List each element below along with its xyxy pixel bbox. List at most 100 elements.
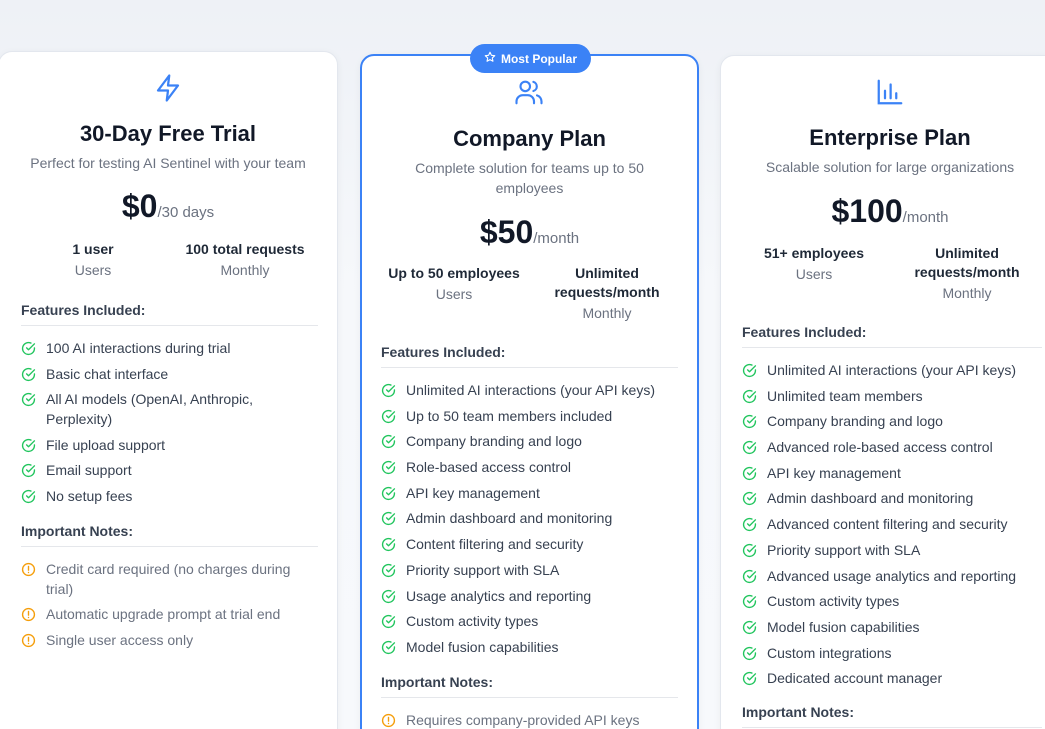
feature-item: All AI models (OpenAI, Anthropic, Perple…	[21, 390, 311, 429]
feature-item: Basic chat interface	[21, 365, 311, 385]
check-circle-icon	[742, 543, 757, 558]
feature-text: All AI models (OpenAI, Anthropic, Perple…	[46, 391, 253, 427]
feature-text: Email support	[46, 462, 132, 479]
check-circle-icon	[381, 486, 396, 501]
badge-label: Most Popular	[500, 51, 577, 66]
feature-text: Content filtering and security	[406, 536, 584, 553]
check-circle-icon	[381, 511, 396, 526]
notes-heading: Important Notes:	[21, 523, 133, 539]
plan-subtitle: Perfect for testing AI Sentinel with you…	[30, 155, 306, 171]
feature-text: API key management	[406, 484, 540, 501]
check-circle-icon	[742, 594, 757, 609]
feature-item: Advanced role-based access control	[742, 438, 1042, 458]
check-circle-icon	[742, 517, 757, 532]
check-circle-icon	[21, 489, 36, 504]
divider	[21, 546, 318, 547]
feature-item: Model fusion capabilities	[742, 618, 1042, 638]
stat-value: 100 total requests	[185, 241, 305, 257]
feature-item: Custom activity types	[742, 592, 1042, 612]
divider	[381, 697, 678, 698]
stat-value: Unlimited requests/month	[914, 245, 1020, 280]
feature-text: Usage analytics and reporting	[406, 587, 592, 604]
feature-text: Model fusion capabilities	[406, 638, 559, 655]
plan-price: $50/month	[362, 214, 697, 251]
star-icon	[484, 51, 496, 66]
check-circle-icon	[21, 392, 36, 407]
feature-item: Company branding and logo	[381, 432, 681, 452]
plan-card-free-trial: 30-Day Free Trial Perfect for testing AI…	[0, 51, 338, 729]
feature-item: Priority support with SLA	[742, 541, 1042, 561]
price-amount: $50	[479, 214, 534, 250]
price-period: /month	[533, 230, 580, 247]
check-circle-icon	[742, 569, 757, 584]
feature-item: Up to 50 team members included	[381, 407, 681, 427]
plan-card-company: Most Popular Company Plan Complete solut…	[360, 44, 699, 729]
check-circle-icon	[742, 646, 757, 661]
check-circle-icon	[742, 363, 757, 378]
feature-item: Unlimited team members	[742, 387, 1042, 407]
features-list: Unlimited AI interactions (your API keys…	[742, 361, 1042, 695]
note-text: Credit card required (no charges during …	[46, 561, 291, 597]
notes-heading: Important Notes:	[381, 674, 493, 690]
check-circle-icon	[381, 589, 396, 604]
notes-list: Credit card required (no charges during …	[21, 560, 311, 656]
features-heading: Features Included:	[381, 344, 506, 360]
feature-text: Unlimited AI interactions (your API keys…	[406, 382, 655, 398]
check-circle-icon	[742, 620, 757, 635]
alert-circle-icon	[21, 633, 36, 648]
stat-value: 51+ employees	[763, 245, 864, 261]
feature-item: 100 AI interactions during trial	[21, 339, 311, 359]
alert-circle-icon	[21, 607, 36, 622]
plan-title: Enterprise Plan	[809, 125, 971, 150]
feature-text: Advanced content filtering and security	[767, 516, 1008, 533]
feature-text: Up to 50 team members included	[406, 407, 613, 424]
features-list: Unlimited AI interactions (your API keys…	[381, 381, 681, 664]
feature-item: Role-based access control	[381, 458, 681, 478]
feature-item: Usage analytics and reporting	[381, 587, 681, 607]
feature-text: Custom integrations	[767, 644, 892, 661]
feature-item: Priority support with SLA	[381, 561, 681, 581]
stat-users: 1 user Users	[19, 240, 167, 280]
features-heading: Features Included:	[742, 324, 867, 340]
feature-text: No setup fees	[46, 487, 133, 504]
check-circle-icon	[742, 466, 757, 481]
feature-text: Company branding and logo	[767, 413, 943, 430]
feature-text: Dedicated account manager	[767, 670, 943, 687]
alert-circle-icon	[381, 713, 396, 728]
feature-text: Unlimited AI interactions (your API keys…	[767, 362, 1016, 378]
feature-item: Advanced content filtering and security	[742, 515, 1042, 535]
note-item: Requires company-provided API keys	[381, 711, 681, 729]
feature-item: Email support	[21, 461, 311, 481]
lightning-icon	[153, 73, 183, 103]
price-amount: $100	[831, 193, 903, 229]
plan-subtitle: Complete solution for teams up to 50 emp…	[415, 160, 644, 196]
stat-requests: Unlimited requests/month Monthly	[899, 244, 1035, 303]
plan-card-enterprise: Enterprise Plan Scalable solution for la…	[720, 55, 1045, 729]
feature-item: Dedicated account manager	[742, 669, 1042, 689]
stat-label: Users	[795, 266, 833, 282]
most-popular-badge: Most Popular	[470, 44, 591, 73]
feature-text: Unlimited team members	[767, 387, 923, 404]
stat-users: 51+ employees Users	[741, 244, 887, 284]
check-circle-icon	[381, 614, 396, 629]
price-period: /30 days	[157, 204, 215, 221]
stat-value: Up to 50 employees	[388, 265, 520, 281]
feature-text: Custom activity types	[406, 613, 539, 630]
check-circle-icon	[21, 367, 36, 382]
note-text: Single user access only	[46, 631, 194, 648]
check-circle-icon	[381, 383, 396, 398]
notes-heading: Important Notes:	[742, 704, 854, 720]
feature-text: Priority support with SLA	[406, 561, 560, 578]
feature-text: 100 AI interactions during trial	[46, 340, 231, 356]
alert-circle-icon	[21, 562, 36, 577]
feature-item: Model fusion capabilities	[381, 638, 681, 658]
check-circle-icon	[381, 537, 396, 552]
note-item: Single user access only	[21, 631, 311, 651]
feature-item: API key management	[381, 484, 681, 504]
stat-value: 1 user	[72, 241, 114, 257]
features-heading: Features Included:	[21, 302, 146, 318]
stat-requests: Unlimited requests/month Monthly	[540, 264, 674, 323]
feature-text: File upload support	[46, 436, 166, 453]
note-text: Automatic upgrade prompt at trial end	[46, 606, 281, 622]
stat-label: Monthly	[582, 305, 632, 321]
